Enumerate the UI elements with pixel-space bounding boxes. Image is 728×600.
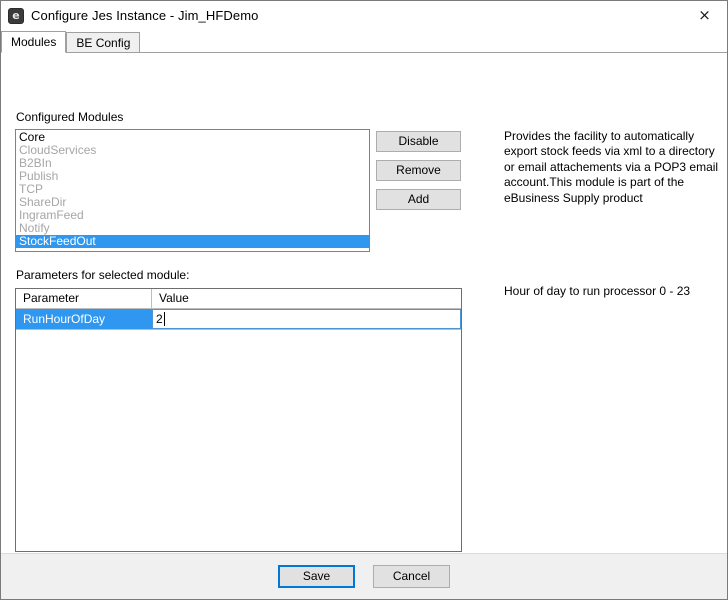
close-icon: × <box>698 5 711 24</box>
list-item[interactable]: TCP <box>16 183 369 196</box>
dialog-footer: Save Cancel <box>1 553 727 599</box>
parameters-label: Parameters for selected module: <box>16 268 190 282</box>
parameter-name-cell[interactable]: RunHourOfDay <box>16 309 152 329</box>
tab-be-config-label: BE Config <box>76 35 131 50</box>
list-item[interactable]: Publish <box>16 170 369 183</box>
cancel-button[interactable]: Cancel <box>373 565 450 588</box>
save-button[interactable]: Save <box>278 565 355 588</box>
add-module-button[interactable]: Add <box>376 189 461 210</box>
configure-jes-instance-window: e Configure Jes Instance - Jim_HFDemo × … <box>0 0 728 600</box>
module-description-text: Provides the facility to automatically e… <box>504 129 719 205</box>
tab-modules[interactable]: Modules <box>1 31 67 53</box>
configured-modules-label: Configured Modules <box>16 110 124 124</box>
remove-module-button[interactable]: Remove <box>376 160 461 181</box>
list-item[interactable]: CloudServices <box>16 144 369 157</box>
table-row[interactable]: RunHourOfDay 2 <box>16 309 461 330</box>
parameters-grid-header: Parameter Value <box>16 289 461 309</box>
text-caret <box>163 312 165 326</box>
list-item[interactable]: IngramFeed <box>16 209 369 222</box>
jes-app-icon: e <box>8 7 24 24</box>
close-window-button[interactable]: × <box>682 1 727 29</box>
tab-strip: Modules BE Config <box>1 30 727 53</box>
parameter-value-text: 2 <box>156 312 163 326</box>
configured-modules-list[interactable]: Core CloudServices B2BIn Publish TCP Sha… <box>15 129 370 252</box>
list-item[interactable]: B2BIn <box>16 157 369 170</box>
parameter-value-input[interactable]: 2 <box>152 309 461 329</box>
modules-tab-panel: Configured Modules Core CloudServices B2… <box>1 53 727 553</box>
parameter-description-text: Hour of day to run processor 0 - 23 <box>504 284 691 298</box>
title-bar: e Configure Jes Instance - Jim_HFDemo × <box>1 1 727 30</box>
parameters-grid[interactable]: Parameter Value RunHourOfDay 2 <box>15 288 462 552</box>
list-item-selected[interactable]: StockFeedOut <box>16 235 369 248</box>
app-icon-glyph: e <box>12 8 20 22</box>
disable-module-button[interactable]: Disable <box>376 131 461 152</box>
window-title: Configure Jes Instance - Jim_HFDemo <box>31 8 259 23</box>
column-header-value[interactable]: Value <box>152 289 461 308</box>
tab-be-config[interactable]: BE Config <box>66 32 141 52</box>
tab-modules-label: Modules <box>11 35 57 49</box>
column-header-parameter[interactable]: Parameter <box>16 289 152 308</box>
